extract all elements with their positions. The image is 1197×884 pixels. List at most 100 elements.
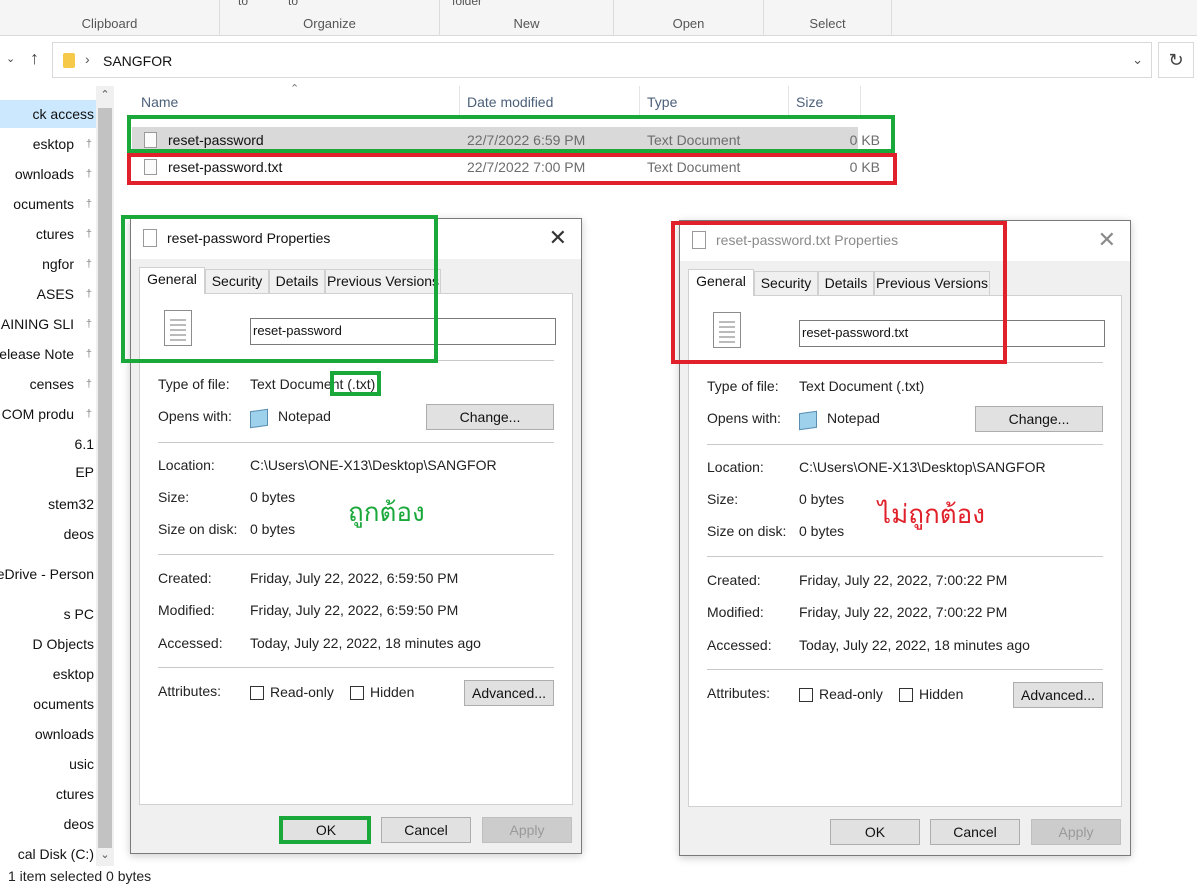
nav-item[interactable]: EP <box>0 458 96 486</box>
nav-item[interactable]: 6.1 <box>0 430 96 458</box>
scrollbar-thumb[interactable] <box>98 108 112 848</box>
change-button[interactable]: Change... <box>975 406 1103 432</box>
nav-item[interactable]: eDrive - Person <box>0 560 96 588</box>
ribbon-group-select: Select <box>764 0 892 36</box>
nav-item[interactable]: ocuments † <box>0 190 96 218</box>
column-header-date[interactable]: Date modified <box>467 94 553 110</box>
hidden-label[interactable]: Hidden <box>919 686 963 702</box>
pin-icon[interactable]: † <box>86 130 92 158</box>
pin-icon[interactable]: † <box>86 280 92 308</box>
tab-security[interactable]: Security <box>754 271 818 295</box>
nav-item[interactable]: COM produ † <box>0 400 96 428</box>
breadcrumb-sangfor[interactable]: SANGFOR <box>103 53 172 69</box>
accessed-label: Accessed: <box>158 635 223 651</box>
nav-scrollbar[interactable]: ⌃ ⌄ <box>96 86 114 866</box>
created-value: Friday, July 22, 2022, 6:59:50 PM <box>250 570 459 586</box>
dialog-titlebar[interactable]: reset-password.txt Properties ✕ <box>680 221 1130 261</box>
nav-item[interactable]: ngfor † <box>0 250 96 278</box>
advanced-button[interactable]: Advanced... <box>464 680 554 706</box>
advanced-button[interactable]: Advanced... <box>1013 682 1103 708</box>
cancel-button[interactable]: Cancel <box>381 817 471 843</box>
nav-item[interactable]: usic <box>0 750 96 778</box>
nav-item[interactable]: ck access <box>0 100 96 128</box>
nav-item-label: 6.1 <box>74 436 94 452</box>
nav-item[interactable]: ownloads <box>0 720 96 748</box>
pin-icon[interactable]: † <box>86 400 92 428</box>
column-divider[interactable] <box>860 86 861 116</box>
nav-item[interactable]: RAINING SLI † <box>0 310 96 338</box>
breadcrumb-chevron-icon[interactable]: › <box>85 51 90 67</box>
divider <box>158 667 554 668</box>
tab-general[interactable]: General <box>688 269 754 296</box>
pin-icon[interactable]: † <box>86 160 92 188</box>
column-divider[interactable] <box>459 86 460 116</box>
scroll-up-icon[interactable]: ⌃ <box>96 88 114 101</box>
nav-item[interactable]: ownloads † <box>0 160 96 188</box>
nav-item[interactable]: deos <box>0 810 96 838</box>
read-only-label[interactable]: Read-only <box>819 686 883 702</box>
tab-security[interactable]: Security <box>205 269 269 293</box>
refresh-icon[interactable]: ↻ <box>1158 42 1194 78</box>
nav-item[interactable]: esktop <box>0 660 96 688</box>
column-header-type[interactable]: Type <box>647 94 677 110</box>
tab-details[interactable]: Details <box>818 271 874 295</box>
nav-item[interactable]: D Objects <box>0 630 96 658</box>
up-arrow-icon[interactable]: ↑ <box>30 48 39 69</box>
address-bar[interactable]: › SANGFOR ⌄ <box>52 42 1152 78</box>
nav-item[interactable]: ctures † <box>0 220 96 248</box>
file-row[interactable]: reset-password 22/7/2022 6:59 PM Text Do… <box>132 127 880 153</box>
read-only-checkbox[interactable] <box>799 688 813 702</box>
nav-item-label: ngfor <box>42 256 74 272</box>
column-divider[interactable] <box>788 86 789 116</box>
change-button[interactable]: Change... <box>426 404 554 430</box>
nav-item[interactable]: ASES † <box>0 280 96 308</box>
file-name-field[interactable]: reset-password <box>250 318 556 345</box>
nav-item[interactable]: s PC <box>0 600 96 628</box>
nav-item[interactable]: ocuments <box>0 690 96 718</box>
ok-button[interactable]: OK <box>830 819 920 845</box>
file-row[interactable]: reset-password.txt 22/7/2022 7:00 PM Tex… <box>132 154 880 180</box>
address-dropdown-icon[interactable]: ⌄ <box>1132 52 1143 68</box>
close-icon[interactable]: ✕ <box>549 225 567 251</box>
nav-item-label: ownloads <box>14 166 74 182</box>
dialog-titlebar[interactable]: reset-password Properties ✕ <box>131 219 581 259</box>
ribbon: Clipboard to to Organize folder New Open… <box>0 0 1197 36</box>
nav-item[interactable]: deos <box>0 520 96 548</box>
read-only-label[interactable]: Read-only <box>270 684 334 700</box>
nav-item[interactable]: esktop † <box>0 130 96 158</box>
pin-icon[interactable]: † <box>86 190 92 218</box>
pin-icon[interactable]: † <box>86 310 92 338</box>
ribbon-cut-label[interactable]: to <box>288 0 439 8</box>
ribbon-cut-label[interactable]: folder <box>452 0 613 8</box>
nav-item[interactable]: cal Disk (C:) <box>0 840 96 868</box>
tab-details[interactable]: Details <box>269 269 325 293</box>
tab-previous-versions[interactable]: Previous Versions <box>325 269 441 293</box>
read-only-checkbox[interactable] <box>250 686 264 700</box>
tab-previous-versions[interactable]: Previous Versions <box>874 271 990 295</box>
pin-icon[interactable]: † <box>86 340 92 368</box>
nav-item[interactable]: censes † <box>0 370 96 398</box>
recent-locations-chevron-icon[interactable]: ⌄ <box>6 52 15 65</box>
apply-button[interactable]: Apply <box>1031 819 1121 845</box>
file-name-field[interactable]: reset-password.txt <box>799 320 1105 347</box>
column-header-size[interactable]: Size <box>796 94 823 110</box>
properties-dialog-left: reset-password Properties ✕ General Secu… <box>130 218 582 854</box>
nav-item[interactable]: elease Note † <box>0 340 96 368</box>
hidden-checkbox[interactable] <box>899 688 913 702</box>
nav-item[interactable]: stem32 <box>0 490 96 518</box>
cancel-button[interactable]: Cancel <box>930 819 1020 845</box>
apply-button[interactable]: Apply <box>482 817 572 843</box>
column-divider[interactable] <box>639 86 640 116</box>
tab-general[interactable]: General <box>139 267 205 294</box>
column-header-name[interactable]: Name <box>141 94 178 110</box>
scroll-down-icon[interactable]: ⌄ <box>96 848 114 861</box>
nav-item[interactable]: ctures <box>0 780 96 808</box>
hidden-label[interactable]: Hidden <box>370 684 414 700</box>
ok-button[interactable]: OK <box>281 817 371 843</box>
close-icon[interactable]: ✕ <box>1098 227 1116 253</box>
type-of-file-value: Text Document (.txt) <box>799 378 925 394</box>
pin-icon[interactable]: † <box>86 250 92 278</box>
pin-icon[interactable]: † <box>86 220 92 248</box>
hidden-checkbox[interactable] <box>350 686 364 700</box>
pin-icon[interactable]: † <box>86 370 92 398</box>
